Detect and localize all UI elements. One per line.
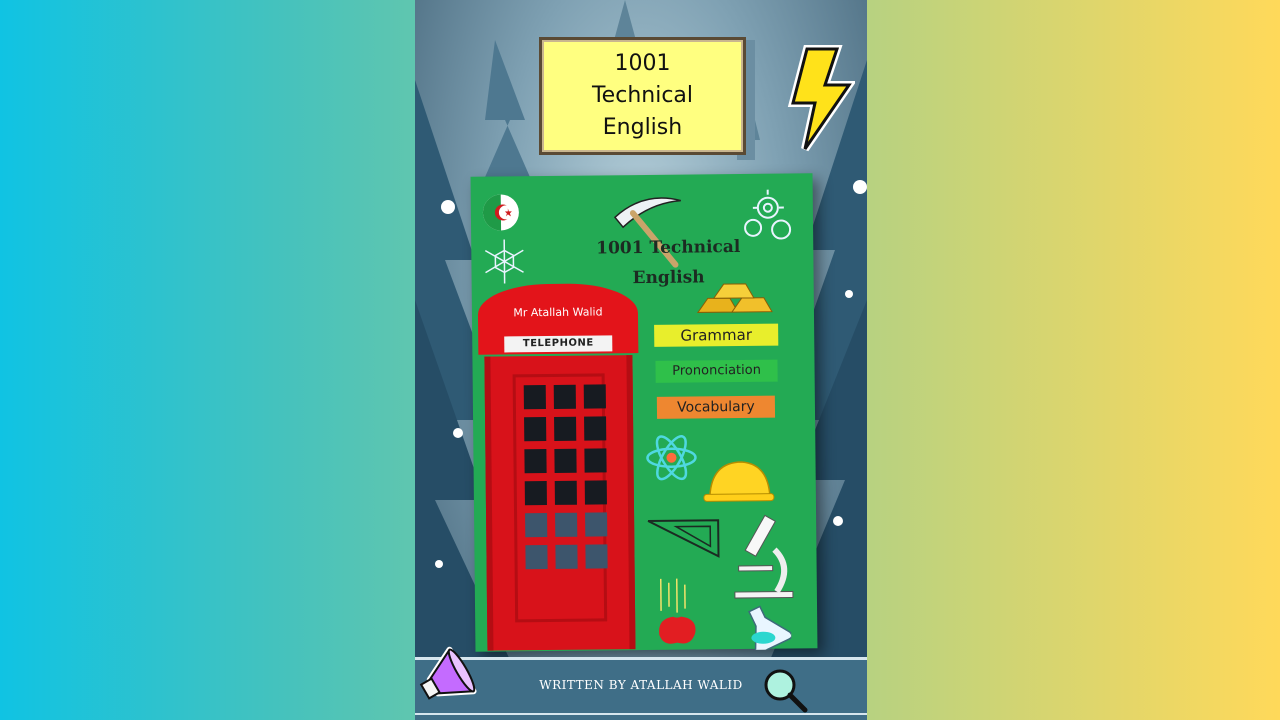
atom-icon [646,435,697,481]
poster-title-box: 1001 Technical English [539,37,746,155]
phone-booth-body [484,355,636,651]
set-square-icon [647,519,720,558]
telephone-sign: TELEPHONE [504,335,613,353]
phone-booth-windows [523,384,608,570]
magnifier-icon [764,669,808,713]
flag-icon [482,194,519,231]
apple-icon [659,578,696,644]
megaphone-icon [419,646,477,700]
gold-bars-icon [696,283,773,313]
microscope-icon [734,514,794,599]
phone-booth-door [512,373,608,623]
book-author: Mr Atallah Walid [513,305,603,320]
poster-title-line-1: 1001 [614,51,671,76]
tag-vocabulary: Vocabulary [656,395,776,419]
snowflake-icon [484,239,524,284]
poster-title-line-2: Technical [591,83,694,108]
tag-pronunciation: Prononciation [655,359,778,383]
book-cover: 1001 Technical English Mr Atallah Walid … [470,173,818,652]
poster-title-line-3: English [602,115,683,140]
tag-grammar: Grammar [654,323,779,347]
hard-hat-icon [703,461,775,502]
book-poster: 1001 Technical English 1001 Technical En… [415,0,867,720]
lightning-icon [787,45,855,152]
book-title-line-1: 1001 Technical [596,236,741,259]
flask-icon [748,605,792,650]
phone-booth: Mr Atallah Walid TELEPHONE [477,283,642,651]
